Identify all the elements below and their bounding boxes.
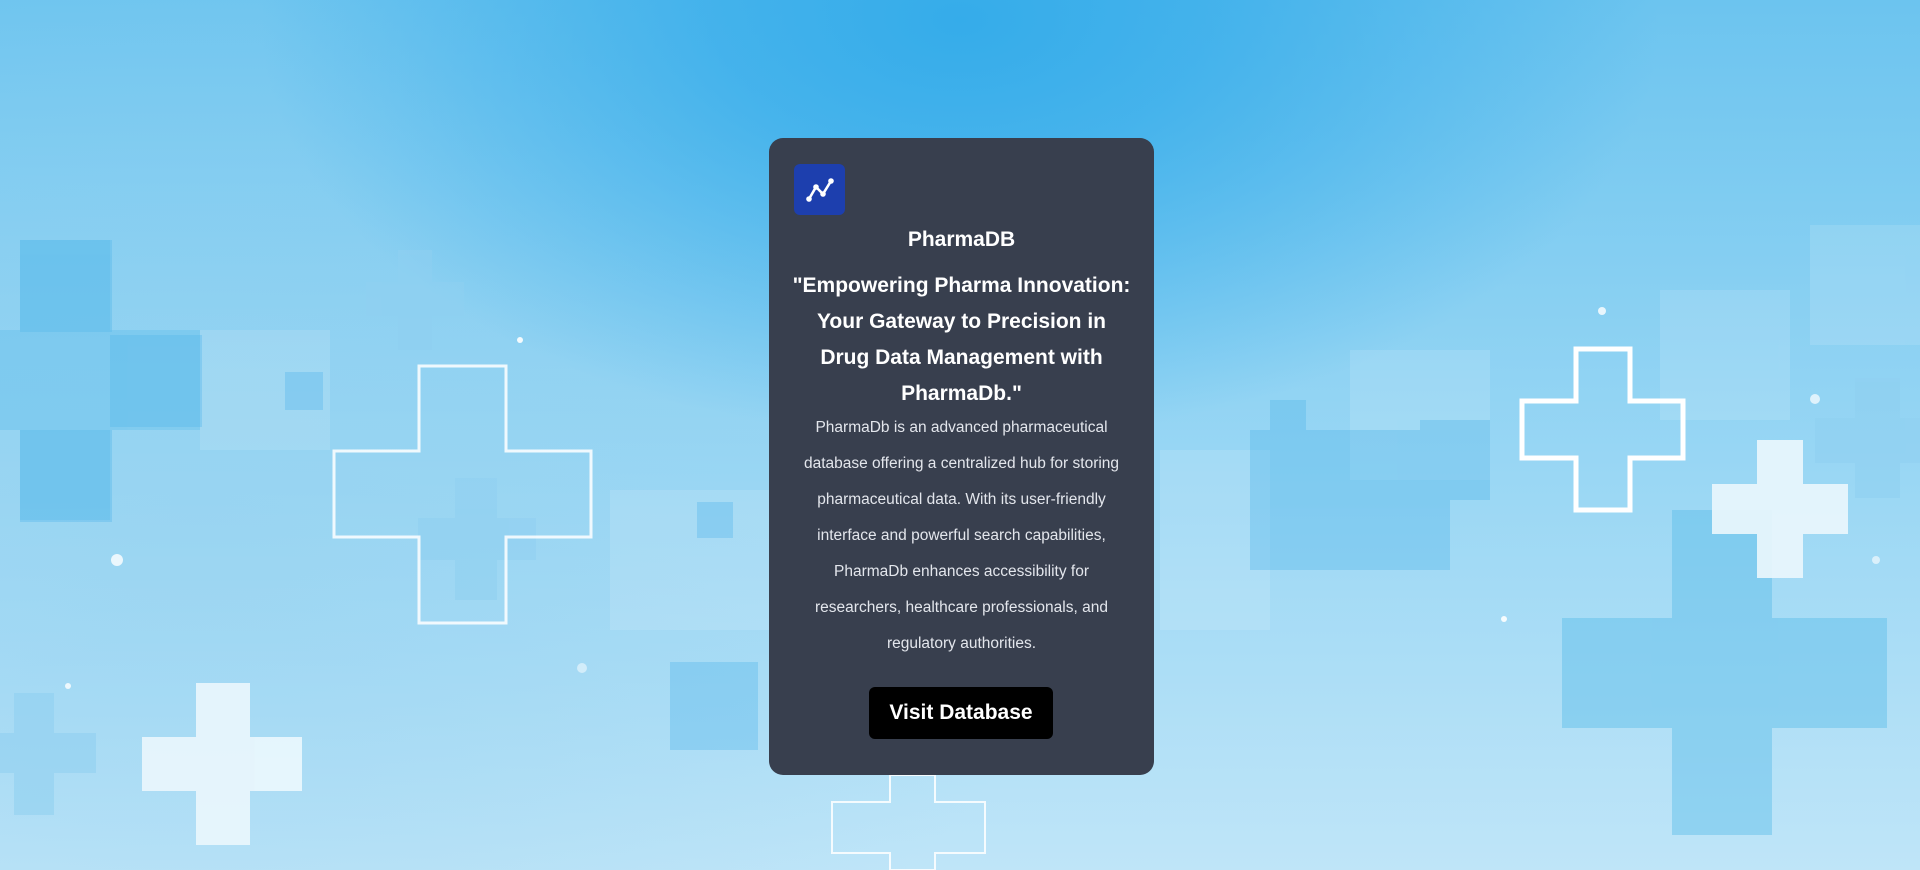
visit-database-button[interactable]: Visit Database	[869, 687, 1053, 739]
description-text: PharmaDb is an advanced pharmaceutical d…	[803, 419, 1120, 652]
chart-line-icon	[805, 177, 834, 202]
logo-badge	[794, 164, 845, 215]
intro-card: PharmaDB "Empowering Pharma Innovation: …	[769, 138, 1154, 775]
app-name: PharmaDB	[907, 228, 1016, 251]
tagline-heading: "Empowering Pharma Innovation: Your Gate…	[792, 274, 1131, 405]
